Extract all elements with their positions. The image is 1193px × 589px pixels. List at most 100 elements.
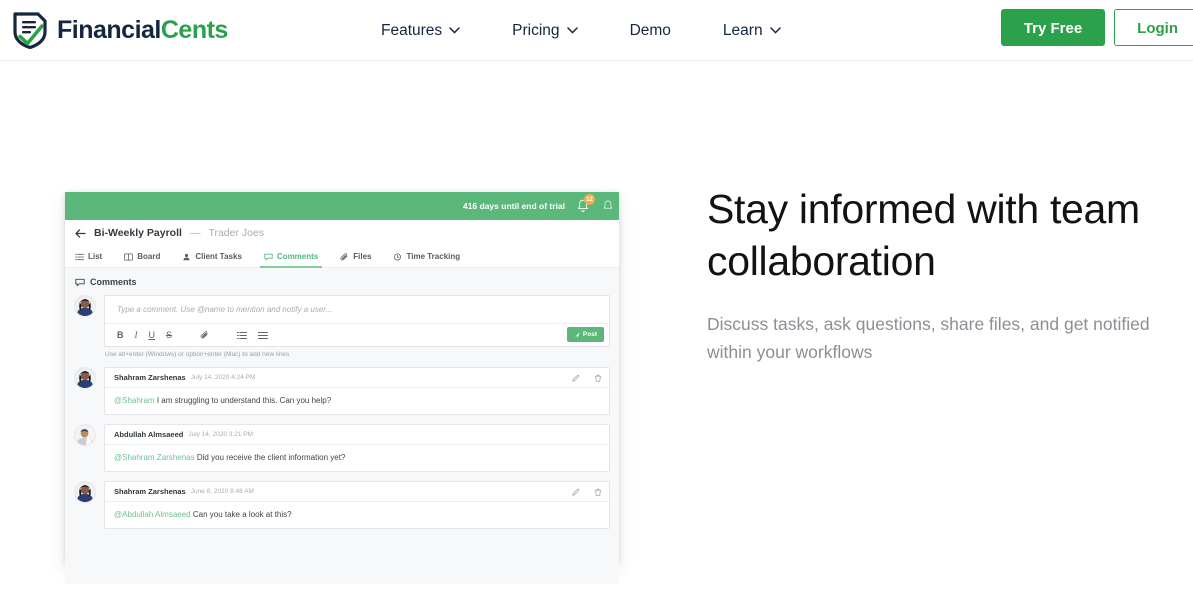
nav-label-learn: Learn [722,21,763,39]
comment-author: Shahram Zarshenas [114,487,186,496]
hero-subtitle-line2: within your workflows [707,342,873,362]
comment-item: Abdullah Almsaeed July 14, 2020 3:21 PM … [74,424,610,472]
comment-timestamp: July 14, 2020 4:24 PM [190,374,256,381]
comment-author: Shahram Zarshenas [114,373,186,382]
comment-mention[interactable]: @Shahram [114,396,155,405]
comment-header: Abdullah Almsaeed July 14, 2020 3:21 PM [105,425,609,445]
tab-board[interactable]: Board [124,246,172,268]
comment-text: I am struggling to understand this. Can … [156,396,332,405]
breadcrumb: Bi-Weekly Payroll — Trader Joes [65,220,619,246]
trash-icon[interactable] [594,488,602,496]
tab-list[interactable]: List [75,246,114,268]
tab-files[interactable]: Files [340,246,383,268]
avatar-image [75,482,95,502]
trial-status-text: 416 days until end of trial [462,201,565,211]
tab-label-client-tasks: Client Tasks [195,252,242,261]
comment-input-placeholder[interactable]: Type a comment. Use @name to mention and… [105,296,609,323]
comments-section-label: Comments [90,277,137,287]
clock-icon [394,253,402,260]
comment-actions [572,488,602,496]
site-header: FinancialCents Features Pricing Demo Lea… [0,0,1193,61]
board-icon [124,253,134,260]
post-comment-button[interactable]: Post [566,327,604,342]
user-menu-icon[interactable] [601,199,615,213]
comment-icon [264,253,273,260]
pencil-icon[interactable] [572,374,580,382]
send-icon [574,331,580,338]
page-title: Stay informed with team collaboration [707,183,1193,287]
comment-text: Can you take a look at this? [192,510,292,519]
brand-logo[interactable]: FinancialCents [12,11,228,49]
comment-header: Shahram Zarshenas July 14, 2020 4:24 PM [105,368,609,388]
try-free-button[interactable]: Try Free [1000,9,1106,46]
comment-item: Shahram Zarshenas June 8, 2020 8:48 AM @… [74,481,610,529]
nav-item-pricing[interactable]: Pricing [486,0,603,61]
app-topbar: 416 days until end of trial 12 [65,192,619,220]
underline-button[interactable]: U [149,330,156,340]
tab-comments[interactable]: Comments [259,246,330,268]
login-button[interactable]: Login [1114,9,1193,46]
paperclip-icon [340,252,348,260]
breadcrumb-client: Trader Joes [208,227,265,239]
breadcrumb-title: Bi-Weekly Payroll [94,227,182,239]
tab-label-list: List [88,252,103,261]
comment-header: Shahram Zarshenas June 8, 2020 8:48 AM [105,482,609,502]
nav-item-learn[interactable]: Learn [697,0,807,61]
comment-author: Abdullah Almsaeed [114,430,184,439]
comment-card: Abdullah Almsaeed July 14, 2020 3:21 PM … [104,424,610,472]
hero-subtitle: Discuss tasks, ask questions, share file… [707,310,1193,366]
hero-subtitle-line1: Discuss tasks, ask questions, share file… [707,314,1150,334]
attachment-icon[interactable] [200,330,209,340]
tab-client-tasks[interactable]: Client Tasks [182,246,254,268]
trash-icon[interactable] [594,374,602,382]
comment-actions [572,374,602,382]
comment-mention[interactable]: @Shahram Zarshenas [114,453,195,462]
tab-label-comments: Comments [276,252,319,261]
arrow-left-icon[interactable] [75,228,86,238]
avatar-image [75,425,95,445]
nav-item-demo[interactable]: Demo [604,0,697,61]
notifications-button[interactable]: 12 [575,194,595,214]
editor-toolbar: B I U S Post [105,323,609,346]
brand-name-cents: Cents [160,15,228,44]
tab-label-time-tracking: Time Tracking [406,252,461,261]
nav-label-demo: Demo [629,21,671,39]
unordered-list-icon[interactable] [258,331,268,340]
post-button-label: Post [582,331,597,338]
main-navigation: Features Pricing Demo Learn [355,0,807,61]
header-actions: Try Free Login [1000,9,1193,46]
avatar [74,481,96,503]
comment-body: @Shahram Zarshenas Did you receive the c… [105,445,609,471]
list-icon [75,253,84,260]
breadcrumb-separator: — [189,227,201,239]
comment-icon [75,278,85,286]
italic-button[interactable]: I [135,330,138,340]
brand-name-financial: Financial [57,15,161,44]
avatar [74,367,96,389]
shield-document-check-icon [13,12,47,49]
pencil-icon[interactable] [572,488,580,496]
comment-item: Shahram Zarshenas July 14, 2020 4:24 PM … [74,367,610,415]
bold-button[interactable]: B [117,330,124,340]
app-body: Comments Type a comment. Use @name to me… [65,268,619,584]
tab-time-tracking[interactable]: Time Tracking [393,246,472,268]
comment-mention[interactable]: @Abdullah Almsaeed [114,510,191,519]
hero-title-line1: Stay informed with team [707,186,1140,232]
comment-text: Did you receive the client information y… [196,453,346,462]
hero-title-line2: collaboration [707,238,936,284]
comment-input-box[interactable]: Type a comment. Use @name to mention and… [104,295,610,347]
avatar-image [75,368,95,388]
avatar [74,295,96,317]
comment-timestamp: July 14, 2020 3:21 PM [188,431,254,438]
chevron-down-icon [449,27,460,34]
avatar-image [75,296,95,316]
chevron-down-icon [566,27,578,34]
comment-body: @Shahram I am struggling to understand t… [105,388,609,414]
ordered-list-icon[interactable] [237,331,247,340]
nav-item-features[interactable]: Features [355,0,486,61]
comment-body: @Abdullah Almsaeed Can you take a look a… [105,502,609,528]
strikethrough-button[interactable]: S [166,330,172,340]
comments-section-header: Comments [74,275,610,295]
comment-editor-row: Type a comment. Use @name to mention and… [74,295,610,347]
person-icon [183,253,190,260]
